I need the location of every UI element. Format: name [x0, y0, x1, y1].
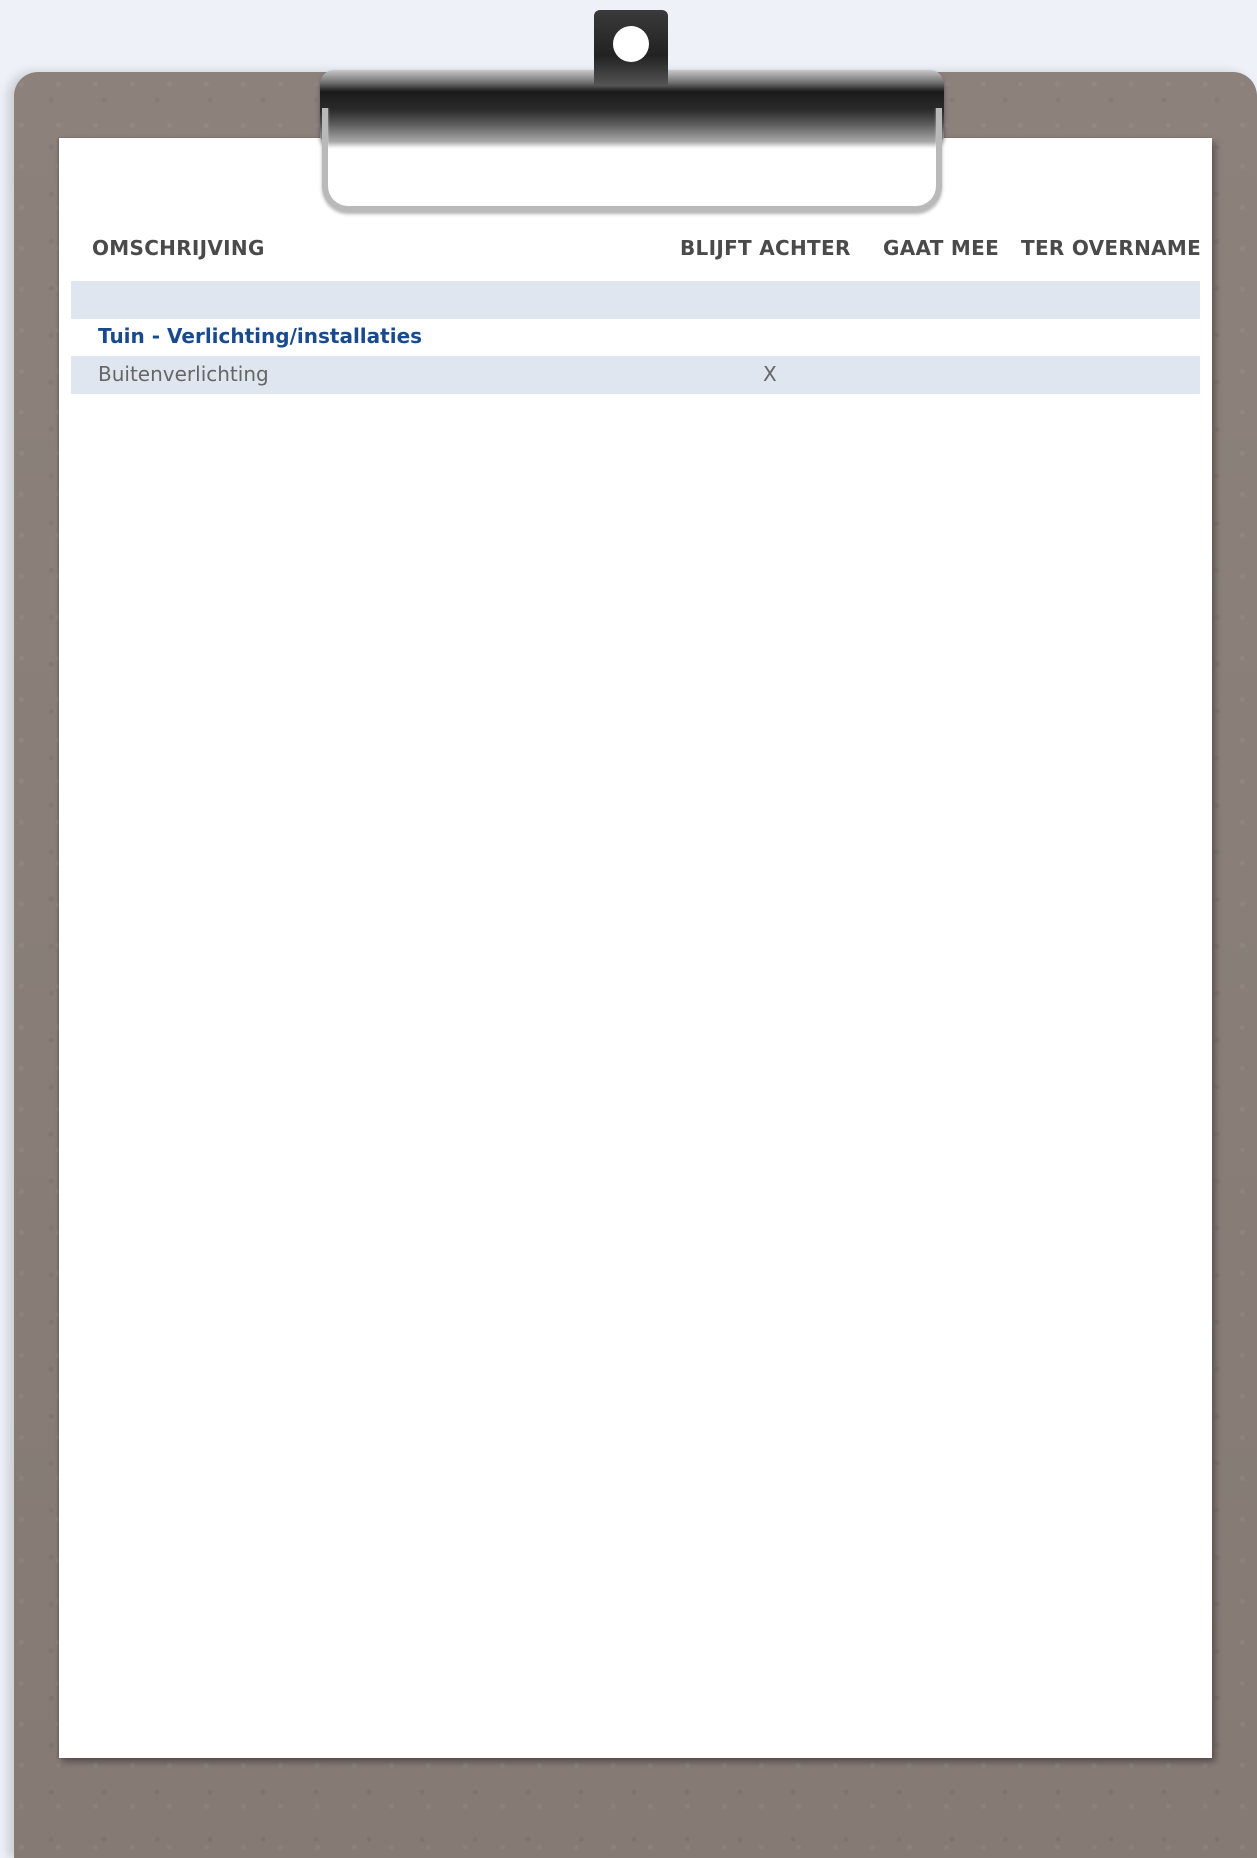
column-header-blijft-achter: BLIJFT ACHTER [680, 236, 851, 260]
column-header-ter-overname: TER OVERNAME [1021, 236, 1202, 260]
clip-wire [322, 108, 942, 212]
header-divider-band [71, 281, 1200, 319]
row-label: Buitenverlichting [98, 362, 269, 386]
clip-hanger-tab [594, 10, 668, 86]
column-header-omschrijving: OMSCHRIJVING [92, 236, 265, 260]
row-mark-blijft-achter: X [763, 362, 777, 386]
group-title: Tuin - Verlichting/installaties [98, 324, 423, 348]
paper-sheet: OMSCHRIJVING BLIJFT ACHTER GAAT MEE TER … [59, 138, 1212, 1758]
column-headers: OMSCHRIJVING BLIJFT ACHTER GAAT MEE TER … [59, 236, 1212, 266]
clip-hole [613, 26, 649, 62]
column-header-gaat-mee: GAAT MEE [883, 236, 1000, 260]
